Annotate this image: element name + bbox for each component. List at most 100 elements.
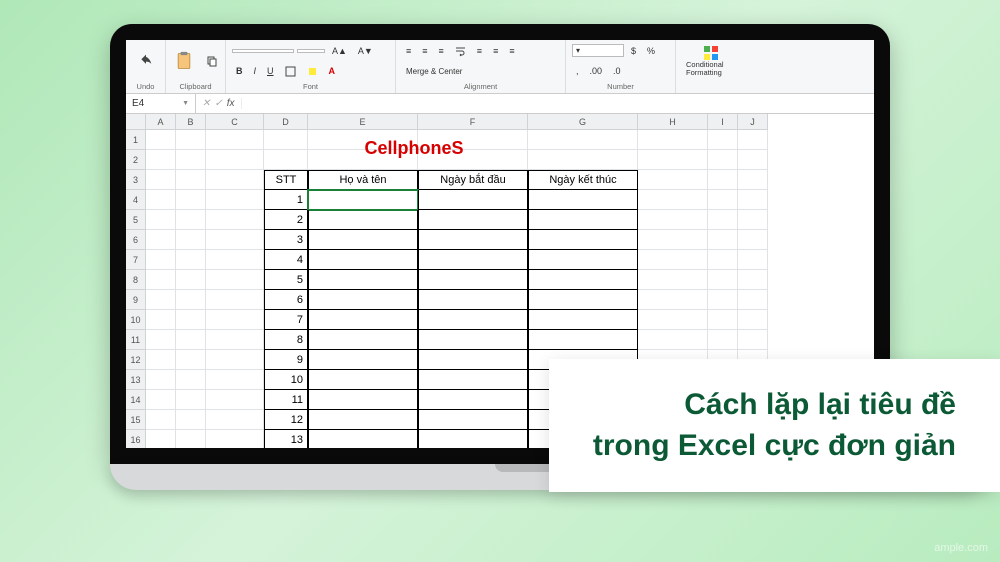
cell[interactable] <box>146 270 176 290</box>
data-cell[interactable] <box>528 330 638 350</box>
data-cell[interactable] <box>418 350 528 370</box>
cell[interactable] <box>146 290 176 310</box>
cell[interactable] <box>176 410 206 430</box>
cell[interactable] <box>738 330 768 350</box>
cell[interactable] <box>708 290 738 310</box>
cell[interactable] <box>146 330 176 350</box>
stt-cell[interactable]: 9 <box>264 350 308 370</box>
borders-button[interactable] <box>281 63 300 80</box>
data-cell[interactable] <box>418 430 528 448</box>
cell[interactable] <box>708 270 738 290</box>
cell[interactable] <box>176 130 206 150</box>
cell[interactable] <box>146 390 176 410</box>
cell[interactable] <box>176 370 206 390</box>
decrease-decimal-button[interactable]: .0 <box>609 63 625 79</box>
column-header[interactable]: C <box>206 114 264 130</box>
column-header[interactable]: J <box>738 114 768 130</box>
data-cell[interactable] <box>308 430 418 448</box>
cell[interactable] <box>738 270 768 290</box>
cell[interactable] <box>206 230 264 250</box>
cell[interactable] <box>738 150 768 170</box>
data-cell[interactable] <box>418 230 528 250</box>
data-cell[interactable] <box>308 370 418 390</box>
data-cell[interactable] <box>308 250 418 270</box>
data-cell[interactable] <box>308 290 418 310</box>
data-cell[interactable] <box>308 350 418 370</box>
data-cell[interactable] <box>308 390 418 410</box>
cell[interactable] <box>176 290 206 310</box>
cell[interactable] <box>206 210 264 230</box>
cell[interactable] <box>146 430 176 448</box>
cell[interactable] <box>176 210 206 230</box>
cell[interactable] <box>738 190 768 210</box>
cell[interactable] <box>176 150 206 170</box>
cell[interactable] <box>206 190 264 210</box>
cell[interactable] <box>206 350 264 370</box>
copy-button[interactable] <box>202 52 222 70</box>
cell[interactable] <box>638 210 708 230</box>
cell[interactable] <box>738 210 768 230</box>
row-header[interactable]: 11 <box>126 330 146 350</box>
data-cell[interactable] <box>418 410 528 430</box>
cell[interactable] <box>738 250 768 270</box>
stt-cell[interactable]: 2 <box>264 210 308 230</box>
cell[interactable] <box>146 190 176 210</box>
stt-cell[interactable]: 8 <box>264 330 308 350</box>
data-cell[interactable] <box>528 190 638 210</box>
cell[interactable] <box>638 270 708 290</box>
underline-button[interactable]: U <box>263 63 278 79</box>
column-header[interactable]: E <box>308 114 418 130</box>
column-header[interactable]: I <box>708 114 738 130</box>
paste-button[interactable] <box>170 47 198 75</box>
row-header[interactable]: 14 <box>126 390 146 410</box>
cell[interactable] <box>176 330 206 350</box>
cell[interactable] <box>176 230 206 250</box>
stt-cell[interactable]: 10 <box>264 370 308 390</box>
row-header[interactable]: 9 <box>126 290 146 310</box>
cell[interactable] <box>738 170 768 190</box>
cell[interactable] <box>206 370 264 390</box>
cell[interactable] <box>176 430 206 448</box>
data-cell[interactable] <box>418 250 528 270</box>
cell[interactable] <box>206 310 264 330</box>
cell[interactable] <box>708 190 738 210</box>
cell[interactable] <box>146 130 176 150</box>
column-header[interactable]: B <box>176 114 206 130</box>
cell[interactable] <box>708 150 738 170</box>
align-bottom-button[interactable]: ≡ <box>435 43 448 59</box>
data-cell[interactable] <box>308 270 418 290</box>
cell[interactable] <box>708 330 738 350</box>
row-header[interactable]: 5 <box>126 210 146 230</box>
data-cell[interactable] <box>418 370 528 390</box>
data-cell[interactable] <box>308 310 418 330</box>
name-box[interactable]: E4▼ <box>126 94 196 113</box>
align-top-button[interactable]: ≡ <box>402 43 415 59</box>
data-cell[interactable] <box>418 330 528 350</box>
stt-cell[interactable]: 4 <box>264 250 308 270</box>
cell[interactable] <box>146 350 176 370</box>
font-size-combo[interactable] <box>297 49 325 53</box>
cell[interactable] <box>146 370 176 390</box>
align-left-button[interactable]: ≡ <box>473 43 486 59</box>
row-header[interactable]: 16 <box>126 430 146 448</box>
stt-cell[interactable]: 3 <box>264 230 308 250</box>
row-header[interactable]: 2 <box>126 150 146 170</box>
cell[interactable] <box>738 310 768 330</box>
row-header[interactable]: 7 <box>126 250 146 270</box>
percent-button[interactable]: % <box>643 43 659 59</box>
data-cell[interactable] <box>528 230 638 250</box>
cell[interactable] <box>146 250 176 270</box>
cell[interactable] <box>708 210 738 230</box>
row-header[interactable]: 8 <box>126 270 146 290</box>
data-cell[interactable] <box>418 310 528 330</box>
column-header[interactable]: H <box>638 114 708 130</box>
data-cell[interactable] <box>308 210 418 230</box>
fill-color-button[interactable] <box>303 63 322 80</box>
conditional-formatting-button[interactable]: Conditional Formatting <box>682 42 740 81</box>
cell[interactable] <box>176 350 206 370</box>
table-header-e[interactable]: Họ và tên <box>308 170 418 190</box>
column-header[interactable]: D <box>264 114 308 130</box>
table-header-f[interactable]: Ngày bắt đầu <box>418 170 528 190</box>
cell[interactable] <box>638 310 708 330</box>
font-decrease-button[interactable]: A▼ <box>354 43 377 59</box>
